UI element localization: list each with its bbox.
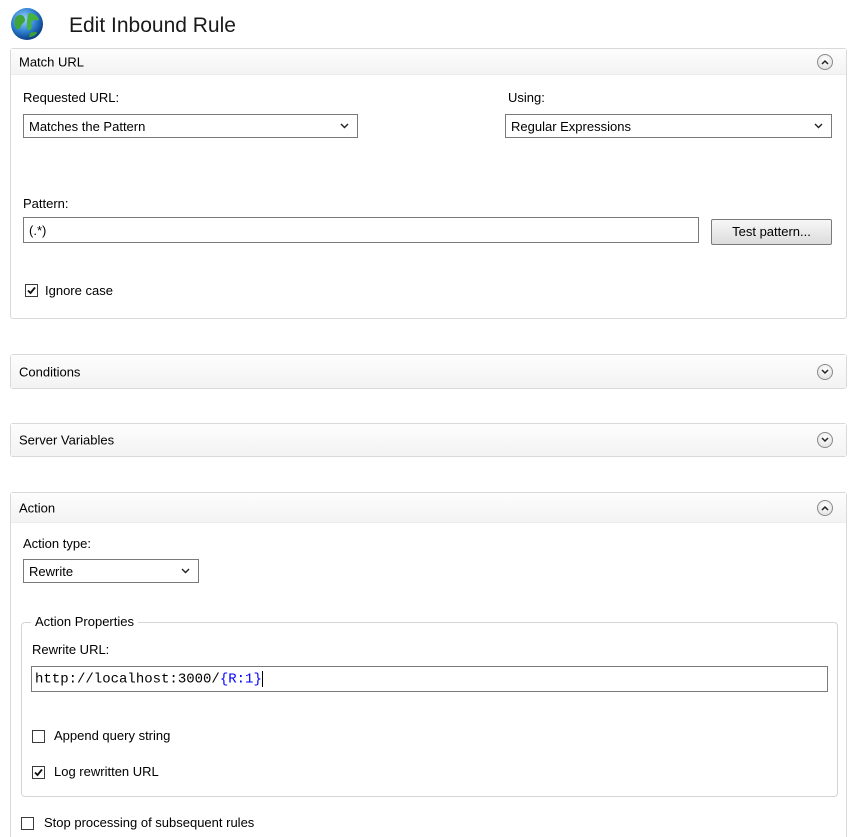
expand-icon[interactable] [817, 432, 833, 448]
rewrite-url-variable: R:1 [228, 671, 254, 688]
section-title: Match URL [19, 54, 85, 69]
using-select[interactable]: Regular Expressions [505, 114, 832, 138]
server-variables-section: Server Variables [10, 423, 847, 457]
conditions-header[interactable]: Conditions [11, 355, 846, 388]
section-title: Server Variables [19, 432, 115, 448]
pattern-label: Pattern: [23, 196, 69, 211]
action-type-select[interactable]: Rewrite [23, 559, 199, 583]
rewrite-url-label: Rewrite URL: [32, 642, 110, 657]
action-properties-legend: Action Properties [31, 614, 138, 629]
globe-icon [10, 7, 44, 41]
log-rewritten-label: Log rewritten URL [54, 764, 159, 779]
section-title: Conditions [19, 364, 81, 379]
rewrite-url-brace-close: } [253, 671, 262, 688]
collapse-icon[interactable] [817, 53, 833, 70]
stop-processing-label: Stop processing of subsequent rules [44, 815, 255, 830]
chevron-down-icon [340, 123, 349, 129]
append-query-checkbox[interactable] [32, 730, 45, 743]
requested-url-value: Matches the Pattern [29, 119, 146, 134]
action-type-value: Rewrite [29, 564, 74, 579]
collapse-icon[interactable] [817, 499, 833, 516]
chevron-down-icon [181, 568, 190, 574]
rewrite-url-value: http://localhost:3000/{R:1} [35, 671, 263, 688]
match-url-header[interactable]: Match URL [11, 49, 846, 75]
append-query-label: Append query string [54, 728, 171, 743]
using-value: Regular Expressions [511, 119, 631, 134]
test-pattern-button[interactable]: Test pattern... [711, 219, 832, 245]
match-url-section: Match URL Requested URL: Matches the Pat… [10, 48, 847, 319]
text-cursor [261, 671, 263, 687]
conditions-section: Conditions [10, 354, 847, 389]
ignore-case-label: Ignore case [45, 283, 113, 298]
rewrite-url-brace-open: { [219, 671, 229, 688]
action-section: Action Action type: Rewrite Action Prope… [10, 492, 847, 837]
checkmark-icon [34, 768, 43, 777]
requested-url-label: Requested URL: [23, 90, 120, 105]
pattern-input[interactable]: (.*) [23, 217, 699, 243]
checkmark-icon [27, 286, 36, 295]
rewrite-url-input[interactable]: http://localhost:3000/{R:1} [31, 666, 828, 692]
expand-icon[interactable] [817, 363, 833, 380]
stop-processing-checkbox[interactable] [21, 817, 34, 830]
chevron-down-icon [814, 123, 823, 129]
log-rewritten-checkbox[interactable] [32, 766, 45, 779]
rewrite-url-prefix: http://localhost:3000/ [35, 671, 220, 688]
server-variables-header[interactable]: Server Variables [11, 424, 846, 456]
requested-url-select[interactable]: Matches the Pattern [23, 114, 358, 138]
using-label: Using: [508, 90, 545, 105]
pattern-value: (.*) [29, 223, 47, 238]
page-title: Edit Inbound Rule [69, 14, 236, 37]
section-title: Action [19, 500, 56, 515]
action-properties-group: Action Properties Rewrite URL: http://lo… [21, 614, 838, 797]
action-header[interactable]: Action [11, 493, 846, 523]
ignore-case-checkbox[interactable] [25, 284, 38, 297]
action-type-label: Action type: [23, 536, 91, 551]
